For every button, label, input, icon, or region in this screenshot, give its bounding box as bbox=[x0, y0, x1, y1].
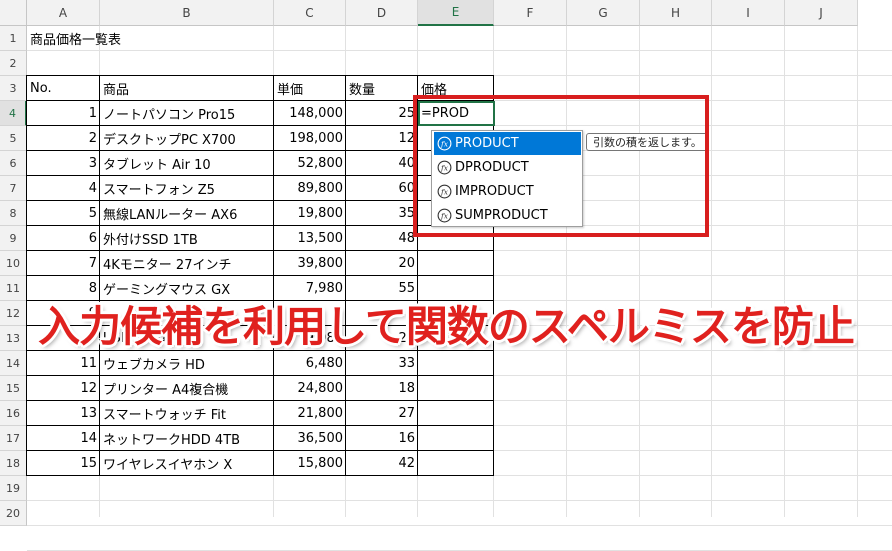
row-header-9[interactable]: 9 bbox=[0, 226, 27, 251]
cell-no[interactable]: 4 bbox=[27, 176, 100, 201]
table-border bbox=[26, 275, 494, 276]
cell-unit-price[interactable]: 24,800 bbox=[274, 376, 346, 401]
row-header-3[interactable]: 3 bbox=[0, 76, 27, 101]
row-header-15[interactable]: 15 bbox=[0, 376, 27, 401]
cell-no[interactable]: 3 bbox=[27, 151, 100, 176]
column-header-b[interactable]: B bbox=[100, 0, 274, 26]
cell-product[interactable]: ネットワークHDD 4TB bbox=[100, 426, 274, 451]
cell-quantity[interactable]: 42 bbox=[346, 451, 418, 476]
cell-unit-price[interactable]: 19,800 bbox=[274, 201, 346, 226]
cell-no[interactable]: 2 bbox=[27, 126, 100, 151]
cell-product[interactable]: スマートフォン Z5 bbox=[100, 176, 274, 201]
cell-product[interactable]: 外付けSSD 1TB bbox=[100, 226, 274, 251]
row-header-17[interactable]: 17 bbox=[0, 426, 27, 451]
row-header-7[interactable]: 7 bbox=[0, 176, 27, 201]
cell-quantity[interactable]: 27 bbox=[346, 401, 418, 426]
column-header-g[interactable]: G bbox=[567, 0, 640, 26]
cell-unit-price[interactable]: 148,000 bbox=[274, 101, 346, 126]
column-header-h[interactable]: H bbox=[640, 0, 712, 26]
column-header-j[interactable]: J bbox=[785, 0, 858, 26]
cell-no[interactable]: 7 bbox=[27, 251, 100, 276]
table-border bbox=[345, 75, 346, 476]
cell-quantity[interactable]: 25 bbox=[346, 101, 418, 126]
select-all-corner[interactable] bbox=[0, 0, 27, 26]
cell-no[interactable]: 15 bbox=[27, 451, 100, 476]
gridline-horizontal bbox=[27, 500, 892, 501]
cell-unit-price[interactable]: 15,800 bbox=[274, 451, 346, 476]
table-border bbox=[26, 375, 494, 376]
cell-quantity[interactable]: 60 bbox=[346, 176, 418, 201]
table-border bbox=[26, 450, 494, 451]
cell-quantity[interactable]: 20 bbox=[346, 251, 418, 276]
cell-no[interactable]: 5 bbox=[27, 201, 100, 226]
cell-product[interactable]: 無線LANルーター AX6 bbox=[100, 201, 274, 226]
column-header-c[interactable]: C bbox=[274, 0, 346, 26]
table-border bbox=[99, 75, 100, 476]
cell-unit-price[interactable]: 21,800 bbox=[274, 401, 346, 426]
table-border bbox=[26, 75, 27, 476]
cell-product[interactable]: タブレット Air 10 bbox=[100, 151, 274, 176]
table-border bbox=[26, 250, 494, 251]
row-header-8[interactable]: 8 bbox=[0, 201, 27, 226]
cell-product[interactable]: ノートパソコン Pro15 bbox=[100, 101, 274, 126]
cell-unit-price[interactable]: 89,800 bbox=[274, 176, 346, 201]
table-header-cell[interactable]: 数量 bbox=[346, 76, 418, 101]
row-header-5[interactable]: 5 bbox=[0, 126, 27, 151]
row-header-16[interactable]: 16 bbox=[0, 401, 27, 426]
caption-banner: 入力候補を利用して関数のスペルミスを防止 bbox=[38, 301, 855, 351]
table-border bbox=[26, 425, 494, 426]
cell-product[interactable]: プリンター A4複合機 bbox=[100, 376, 274, 401]
row-header-19[interactable]: 19 bbox=[0, 476, 27, 501]
cell-quantity[interactable]: 35 bbox=[346, 201, 418, 226]
cell-quantity[interactable]: 48 bbox=[346, 226, 418, 251]
gridline-horizontal bbox=[27, 525, 892, 526]
cell-product[interactable]: 4Kモニター 27インチ bbox=[100, 251, 274, 276]
cell-product[interactable]: スマートウォッチ Fit bbox=[100, 401, 274, 426]
table-border bbox=[26, 75, 494, 76]
table-header-cell[interactable]: 単価 bbox=[274, 76, 346, 101]
highlight-box bbox=[413, 95, 709, 237]
row-header-10[interactable]: 10 bbox=[0, 251, 27, 276]
cell-quantity[interactable]: 40 bbox=[346, 151, 418, 176]
cell-unit-price[interactable]: 198,000 bbox=[274, 126, 346, 151]
cell-unit-price[interactable]: 13,500 bbox=[274, 226, 346, 251]
cell-unit-price[interactable]: 39,800 bbox=[274, 251, 346, 276]
row-header-20[interactable]: 20 bbox=[0, 501, 27, 526]
row-header-18[interactable]: 18 bbox=[0, 451, 27, 476]
cell-quantity[interactable]: 18 bbox=[346, 376, 418, 401]
column-header-f[interactable]: F bbox=[494, 0, 567, 26]
cell-quantity[interactable]: 12 bbox=[346, 126, 418, 151]
table-header-cell[interactable]: No. bbox=[27, 76, 100, 101]
table-border bbox=[26, 475, 494, 476]
cell-unit-price[interactable]: 52,800 bbox=[274, 151, 346, 176]
row-header-6[interactable]: 6 bbox=[0, 151, 27, 176]
cell-unit-price[interactable]: 36,500 bbox=[274, 426, 346, 451]
cell-product[interactable]: デスクトップPC X700 bbox=[100, 126, 274, 151]
column-header-a[interactable]: A bbox=[27, 0, 100, 26]
column-header-d[interactable]: D bbox=[346, 0, 418, 26]
column-header-i[interactable]: I bbox=[712, 0, 785, 26]
sheet-title[interactable]: 商品価格一覧表 bbox=[27, 26, 121, 51]
table-header-cell[interactable]: 商品 bbox=[100, 76, 274, 101]
table-border bbox=[26, 400, 494, 401]
cell-no[interactable]: 14 bbox=[27, 426, 100, 451]
cell-quantity[interactable]: 16 bbox=[346, 426, 418, 451]
cell-no[interactable]: 6 bbox=[27, 226, 100, 251]
cell-no[interactable]: 1 bbox=[27, 101, 100, 126]
cell-product[interactable]: ワイヤレスイヤホン X bbox=[100, 451, 274, 476]
spreadsheet[interactable]: A B C D E F G H I J 1 2 3 4 5 6 7 8 9 10 11 12 13 14 15 16 17 18 19 2… bbox=[0, 0, 892, 551]
row-header-2[interactable]: 2 bbox=[0, 51, 27, 76]
cell-no[interactable]: 13 bbox=[27, 401, 100, 426]
table-border bbox=[273, 75, 274, 476]
gridline-horizontal bbox=[27, 50, 892, 51]
column-header-e[interactable]: E bbox=[418, 0, 494, 26]
row-header-1[interactable]: 1 bbox=[0, 26, 27, 51]
row-header-4[interactable]: 4 bbox=[0, 101, 27, 126]
cell-no[interactable]: 12 bbox=[27, 376, 100, 401]
